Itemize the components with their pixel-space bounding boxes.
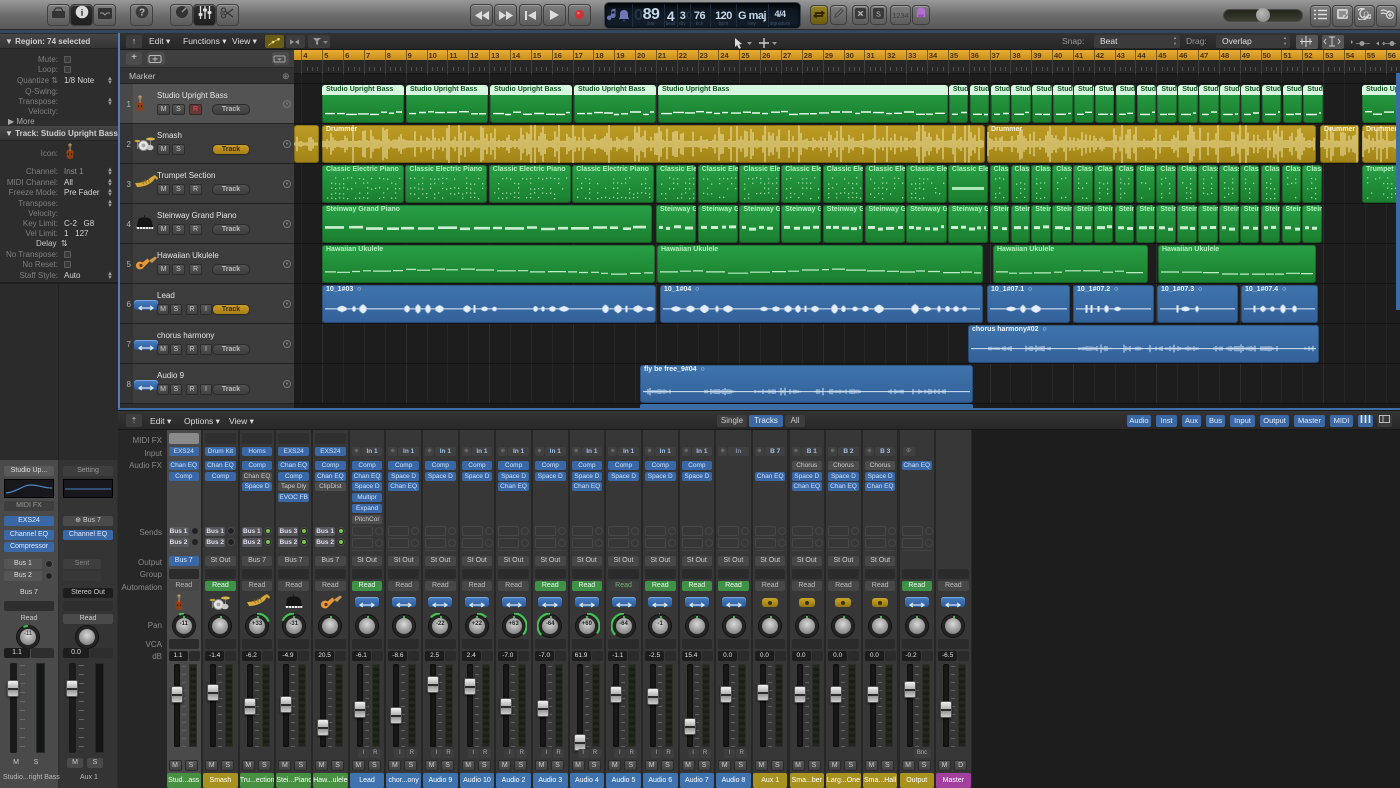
svg-text:Ω: Ω [1363,10,1369,19]
svg-text:S: S [876,9,881,18]
svg-text:?: ? [138,8,144,19]
